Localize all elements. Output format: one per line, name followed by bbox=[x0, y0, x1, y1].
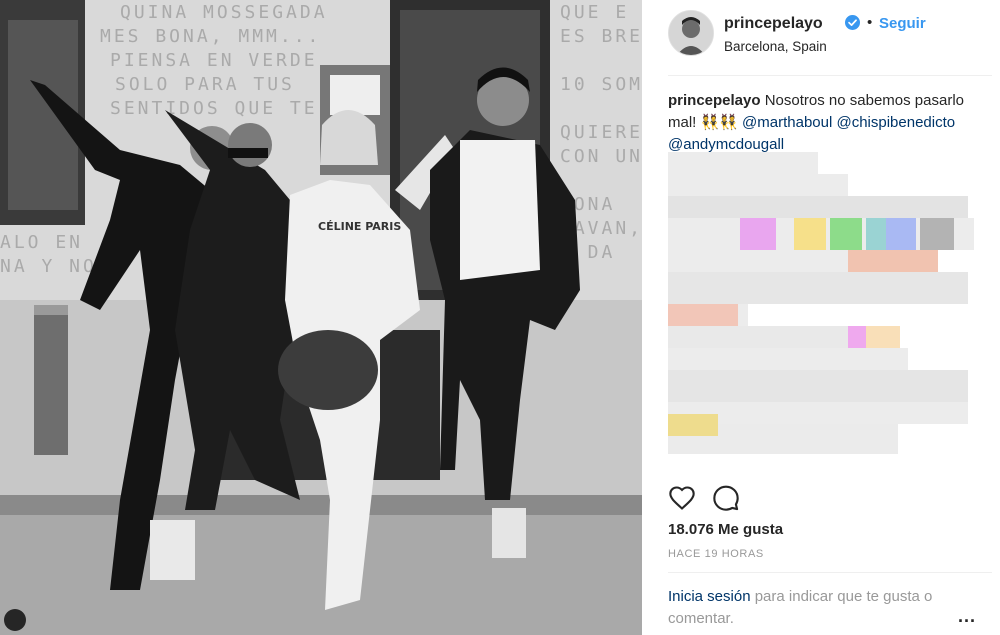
location-link[interactable]: Barcelona, Spain bbox=[724, 39, 827, 54]
post-caption: princepelayo Nosotros no sabemos pasarlo… bbox=[668, 90, 986, 156]
user-tag-icon[interactable] bbox=[4, 609, 26, 631]
wall-text: CON UN bbox=[560, 146, 642, 167]
likes-count[interactable]: 18.076 Me gusta bbox=[668, 521, 783, 538]
wall-text: ES BRE bbox=[560, 26, 642, 47]
wall-text: QUINA MOSSEGADA bbox=[120, 2, 328, 23]
pixelated-comments bbox=[668, 152, 974, 454]
footer-divider bbox=[668, 572, 992, 573]
comment-icon[interactable] bbox=[712, 484, 740, 512]
mention-link[interactable]: @andymcdougall bbox=[668, 136, 784, 153]
mention-link[interactable]: @marthaboul bbox=[742, 114, 832, 131]
more-options-button[interactable]: ... bbox=[958, 606, 976, 627]
mention-link[interactable]: @chispibenedicto bbox=[836, 114, 955, 131]
wall-text: ALO EN bbox=[0, 232, 83, 253]
post-header: princepelayo • Seguir Barcelona, Spain bbox=[668, 10, 984, 70]
wall-text: MES BONA, MMM... bbox=[100, 26, 321, 47]
wall-text: PIENSA EN VERDE bbox=[110, 50, 318, 71]
shirt-text: CÉLINE PARIS bbox=[318, 220, 401, 233]
timestamp[interactable]: HACE 19 HORAS bbox=[668, 548, 764, 560]
wall-text: SENTIDOS QUE TE bbox=[110, 98, 318, 119]
login-prompt: Inicia sesión para indicar que te gusta … bbox=[668, 586, 958, 630]
wall-text: NA Y NO bbox=[0, 256, 97, 277]
separator-dot: • bbox=[867, 14, 873, 31]
wall-text: QUIERE bbox=[560, 122, 642, 143]
verified-badge-icon bbox=[845, 15, 860, 30]
caption-username-link[interactable]: princepelayo bbox=[668, 92, 761, 109]
avatar-image bbox=[669, 11, 713, 55]
wall-text: SOLO PARA TUS bbox=[115, 74, 295, 95]
avatar[interactable] bbox=[668, 10, 714, 56]
photo-scene: QUINA MOSSEGADA MES BONA, MMM... PIENSA … bbox=[0, 0, 642, 635]
login-link[interactable]: Inicia sesión bbox=[668, 588, 751, 605]
wall-text: 10 SOM bbox=[560, 74, 642, 95]
header-divider bbox=[668, 75, 992, 76]
follow-button[interactable]: Seguir bbox=[879, 15, 926, 32]
post-photo[interactable]: QUINA MOSSEGADA MES BONA, MMM... PIENSA … bbox=[0, 0, 642, 635]
post-panel: princepelayo • Seguir Barcelona, Spain p… bbox=[642, 0, 1000, 635]
heart-icon[interactable] bbox=[668, 484, 696, 512]
wall-text: QUE E bbox=[560, 2, 629, 23]
username-link[interactable]: princepelayo bbox=[724, 15, 823, 33]
